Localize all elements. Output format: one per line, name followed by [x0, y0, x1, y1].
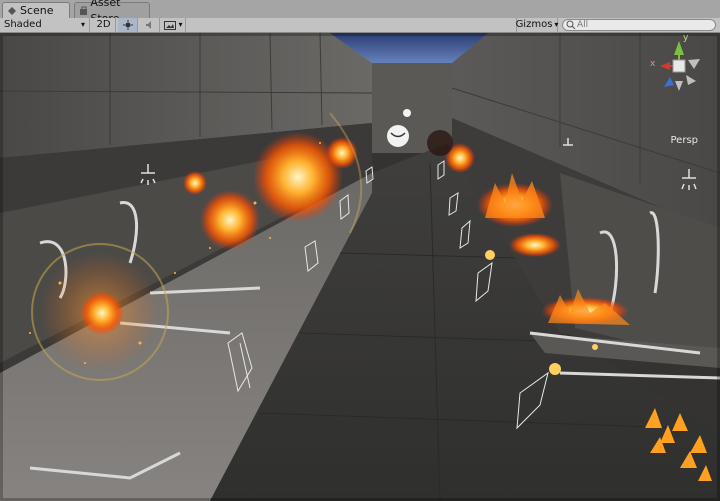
audio-toggle-button[interactable]	[140, 18, 160, 32]
gizmos-label: Gizmos	[515, 19, 553, 30]
shading-mode-label: Shaded	[4, 19, 42, 30]
gizmos-dropdown[interactable]: Gizmos ▾	[516, 18, 558, 32]
tab-bar: Scene Asset Store	[0, 0, 720, 25]
tab-asset-store[interactable]: Asset Store	[74, 0, 150, 25]
scene-viewport[interactable]: y x Persp	[0, 33, 720, 501]
effects-dropdown[interactable]: ▾	[162, 18, 186, 32]
axis-y-label: y	[683, 33, 689, 43]
tab-scene-label: Scene	[20, 3, 54, 17]
scene-search-field[interactable]	[562, 19, 716, 31]
effects-dropdown-arrow-icon: ▾	[178, 20, 183, 29]
search-input[interactable]	[577, 20, 697, 30]
scene-icon	[8, 6, 16, 15]
projection-label: Persp	[670, 135, 699, 146]
orientation-gizmo[interactable]: y x	[648, 33, 710, 97]
scene-render	[0, 33, 720, 501]
axis-gizmo-icon	[660, 41, 700, 91]
gizmos-dropdown-arrow-icon: ▾	[554, 20, 559, 29]
sun-icon	[122, 20, 133, 30]
lighting-toggle-button[interactable]	[118, 18, 138, 32]
tab-scene[interactable]: Scene	[2, 2, 70, 18]
dropdown-arrow-icon: ▾	[80, 20, 85, 29]
2d-toggle-button[interactable]: 2D	[92, 18, 116, 32]
projection-toggle[interactable]: Persp	[671, 135, 699, 146]
axis-x-label: x	[650, 59, 656, 69]
speaker-icon	[145, 21, 151, 29]
search-icon	[566, 20, 576, 30]
asset-store-icon	[80, 6, 88, 15]
image-effects-icon	[164, 20, 177, 30]
scene-toolbar: Shaded ▾ 2D ▾ Gizmos ▾	[0, 18, 720, 33]
2d-label: 2D	[96, 19, 111, 30]
shading-mode-dropdown[interactable]: Shaded ▾	[0, 18, 90, 32]
